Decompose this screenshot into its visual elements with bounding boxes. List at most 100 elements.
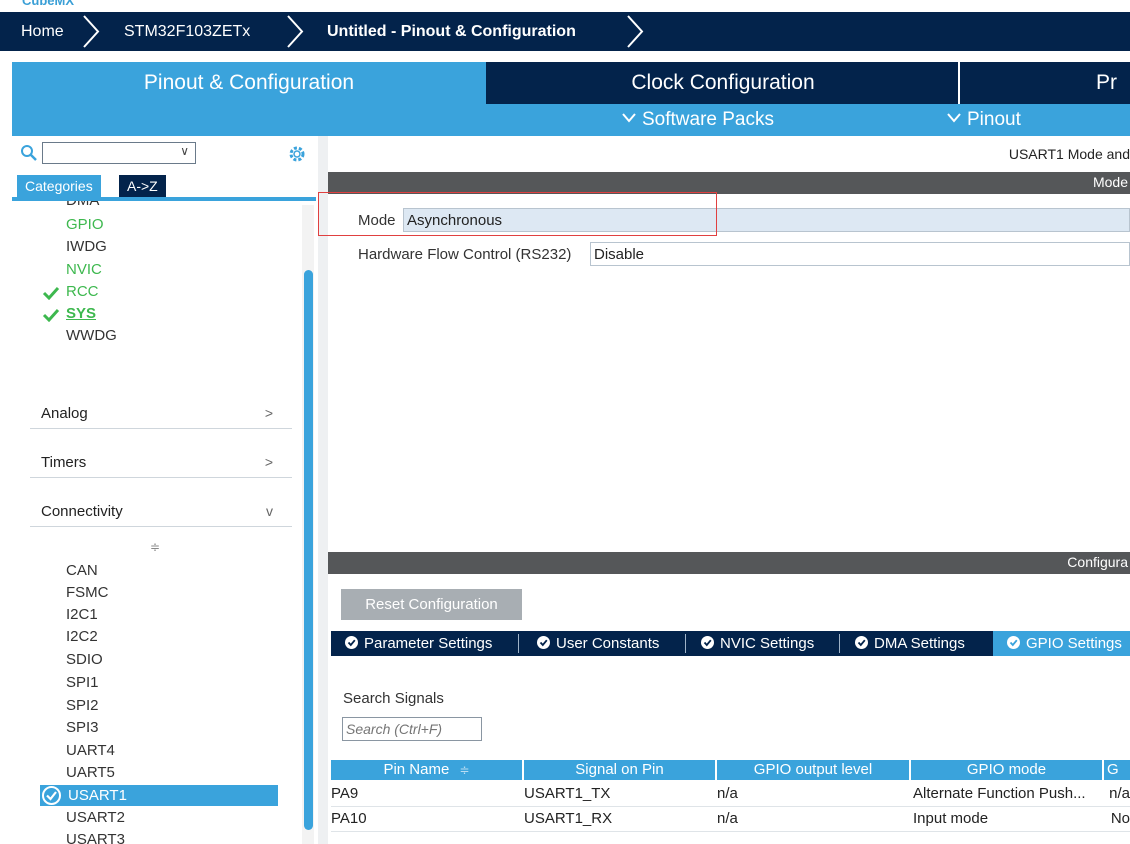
table-cell-gpio-mode[interactable]: Alternate Function Push...	[913, 783, 1102, 805]
row-divider	[331, 831, 1130, 832]
check-circle-icon	[855, 636, 868, 649]
sort-icon[interactable]: ≑	[459, 763, 469, 777]
panel-splitter[interactable]	[318, 136, 328, 844]
breadcrumb-separator-icon	[80, 12, 102, 51]
reset-configuration-button[interactable]: Reset Configuration	[341, 589, 522, 620]
left-scrollbar-thumb[interactable]	[304, 270, 313, 830]
peripheral-usart2[interactable]: USART2	[66, 809, 125, 826]
search-signals-label: Search Signals	[343, 690, 444, 707]
tab-gpio-settings-label: GPIO Settings	[1026, 635, 1122, 652]
chevron-right-icon: >	[264, 405, 273, 421]
check-circle-icon	[1007, 636, 1020, 649]
column-header-gpio-pull[interactable]: G	[1104, 760, 1130, 780]
pinout-menu[interactable]: Pinout	[947, 104, 1021, 136]
section-connectivity-label: Connectivity	[41, 503, 123, 520]
tab-categories[interactable]: Categories	[17, 175, 101, 197]
tab-nvic-settings[interactable]: NVIC Settings	[701, 631, 814, 656]
category-search-input[interactable]: ∨	[42, 142, 196, 164]
peripheral-iwdg[interactable]: IWDG	[66, 238, 107, 255]
table-cell-pin-name[interactable]: PA10	[331, 808, 522, 830]
configuration-section-label: Configura	[1067, 554, 1128, 570]
breadcrumb-mcu[interactable]: STM32F103ZETx	[124, 12, 250, 51]
table-cell-signal[interactable]: USART1_TX	[524, 783, 715, 805]
signal-search-input[interactable]	[342, 717, 482, 741]
peripheral-uart4[interactable]: UART4	[66, 742, 115, 759]
check-icon	[42, 308, 60, 323]
tab-gpio-settings[interactable]: GPIO Settings	[993, 631, 1130, 656]
mode-section-label: Mode	[1092, 174, 1128, 190]
column-header-pin-name[interactable]: Pin Name ≑	[331, 760, 522, 780]
breadcrumb: Home STM32F103ZETx Untitled - Pinout & C…	[0, 12, 1130, 51]
configuration-section-header: Configura	[328, 552, 1130, 574]
sort-icon[interactable]: ≑	[150, 540, 160, 554]
tab-user-constants-label: User Constants	[556, 635, 660, 652]
breadcrumb-home[interactable]: Home	[21, 12, 64, 51]
peripheral-usart3[interactable]: USART3	[66, 831, 125, 844]
check-icon	[42, 286, 60, 301]
section-timers[interactable]: Timers >	[41, 454, 291, 471]
tab-dma-settings[interactable]: DMA Settings	[855, 631, 965, 656]
peripheral-wwdg[interactable]: WWDG	[66, 327, 117, 344]
hardware-flow-control-label: Hardware Flow Control (RS232)	[358, 246, 572, 263]
connectivity-list-clip: USART3	[0, 831, 300, 844]
peripheral-usart1[interactable]: USART1	[40, 785, 278, 806]
peripheral-spi1[interactable]: SPI1	[66, 674, 99, 691]
check-circle-icon	[42, 786, 61, 805]
table-cell-pull[interactable]: No	[1095, 808, 1130, 830]
column-header-gpio-mode[interactable]: GPIO mode	[911, 760, 1102, 780]
column-header-signal-on-pin[interactable]: Signal on Pin	[524, 760, 715, 780]
peripheral-sys[interactable]: SYS	[66, 305, 96, 322]
tab-parameter-settings-label: Parameter Settings	[364, 635, 493, 652]
tab-user-constants[interactable]: User Constants	[537, 631, 659, 656]
hardware-flow-control-select[interactable]: Disable	[590, 242, 1130, 266]
divider	[30, 428, 292, 429]
table-cell-signal[interactable]: USART1_RX	[524, 808, 715, 830]
column-header-pin-name-label: Pin Name	[383, 761, 450, 778]
peripheral-spi3[interactable]: SPI3	[66, 719, 99, 736]
peripheral-i2c2[interactable]: I2C2	[66, 628, 98, 645]
row-divider	[331, 806, 1130, 807]
peripheral-uart5[interactable]: UART5	[66, 764, 115, 781]
section-connectivity[interactable]: Connectivity v	[41, 503, 291, 520]
peripheral-fsmc[interactable]: FSMC	[66, 584, 109, 601]
tab-nvic-settings-label: NVIC Settings	[720, 635, 815, 652]
peripheral-can[interactable]: CAN	[66, 562, 98, 579]
peripheral-spi2[interactable]: SPI2	[66, 697, 99, 714]
annotation-highlight-box	[318, 192, 717, 236]
peripheral-rcc[interactable]: RCC	[66, 283, 99, 300]
app-name-strip: CubeMX	[0, 0, 1130, 12]
check-circle-icon	[345, 636, 358, 649]
search-icon[interactable]	[20, 144, 38, 162]
peripheral-nvic[interactable]: NVIC	[66, 261, 102, 278]
tab-divider	[685, 634, 686, 653]
table-cell-output-level[interactable]: n/a	[717, 783, 909, 805]
tab-clock-configuration[interactable]: Clock Configuration	[488, 62, 958, 104]
main-tab-bar: Pinout & Configuration Clock Configurati…	[12, 62, 1130, 104]
gpio-pin-table: Pin Name ≑ Signal on Pin GPIO output lev…	[331, 760, 1130, 844]
tab-project-manager[interactable]: Pr	[1096, 62, 1130, 104]
divider	[30, 477, 292, 478]
divider	[30, 526, 292, 527]
tab-divider	[518, 634, 519, 653]
peripheral-dma[interactable]: DMA	[66, 201, 99, 209]
breadcrumb-separator-icon	[624, 12, 646, 51]
table-cell-pull[interactable]: n/a	[1095, 783, 1130, 805]
mode-panel-title: USART1 Mode and	[1008, 146, 1130, 162]
tab-parameter-settings[interactable]: Parameter Settings	[345, 631, 492, 656]
table-cell-output-level[interactable]: n/a	[717, 808, 909, 830]
chevron-down-icon[interactable]: ∨	[180, 144, 189, 158]
breadcrumb-project[interactable]: Untitled - Pinout & Configuration	[327, 12, 576, 51]
tab-pinout-configuration[interactable]: Pinout & Configuration	[12, 62, 486, 104]
app-name-fragment: CubeMX	[22, 0, 74, 8]
check-circle-icon	[701, 636, 714, 649]
software-packs-menu[interactable]: Software Packs	[622, 104, 774, 136]
gear-icon[interactable]	[287, 144, 307, 164]
column-header-gpio-output-level[interactable]: GPIO output level	[717, 760, 909, 780]
peripheral-i2c1[interactable]: I2C1	[66, 606, 98, 623]
table-cell-gpio-mode[interactable]: Input mode	[913, 808, 1102, 830]
table-cell-pin-name[interactable]: PA9	[331, 783, 522, 805]
section-analog[interactable]: Analog >	[41, 405, 291, 422]
tab-a-to-z[interactable]: A->Z	[119, 175, 166, 197]
peripheral-gpio[interactable]: GPIO	[66, 216, 104, 233]
peripheral-sdio[interactable]: SDIO	[66, 651, 103, 668]
